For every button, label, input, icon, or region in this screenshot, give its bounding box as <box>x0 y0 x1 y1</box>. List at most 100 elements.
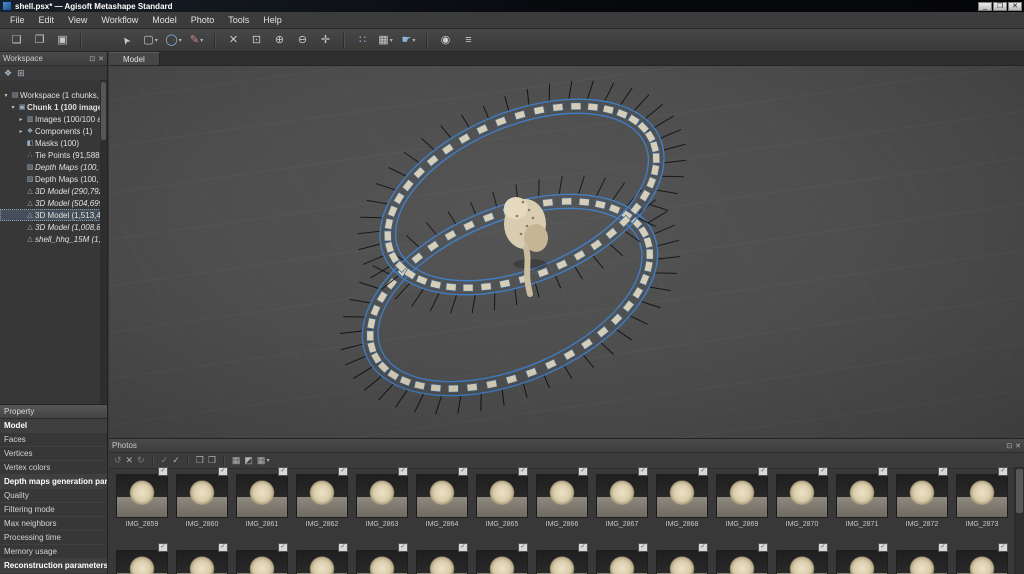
tree-item-depth-maps-1[interactable]: ▨ Depth Maps (100, High quality) <box>0 161 107 173</box>
prop-row-processing-time[interactable]: Processing time <box>0 531 107 545</box>
photo-thumbnail[interactable]: ✓ IMG_2863 <box>352 467 412 541</box>
zoom-in-button[interactable]: ⊕ <box>268 31 291 50</box>
photo-thumbnail[interactable]: ✓ IMG_2859 <box>112 467 172 541</box>
menu-edit[interactable]: Edit <box>32 13 62 27</box>
photos-float-button[interactable]: ⊡ <box>1006 442 1012 450</box>
circle-selection-button[interactable]: ◯▾ <box>162 31 185 50</box>
photo-thumbnail[interactable]: ✓ <box>112 543 172 574</box>
tree-item-3d-model-2[interactable]: △ 3D Model (504,699 faces, High quality) <box>0 197 107 209</box>
photo-thumbnail[interactable]: ✓ IMG_2870 <box>772 467 832 541</box>
rotate-right-button[interactable]: ↻ <box>137 456 145 465</box>
menu-view[interactable]: View <box>61 13 94 27</box>
prop-section-depth-maps-params[interactable]: Depth maps generation parameters <box>0 475 107 489</box>
menu-model[interactable]: Model <box>145 13 184 27</box>
capture-view-button[interactable]: ◉ <box>434 31 457 50</box>
menu-tools[interactable]: Tools <box>221 13 256 27</box>
thumbnails-button[interactable]: ▦ <box>232 456 241 465</box>
photo-thumbnail[interactable]: ✓ IMG_2872 <box>892 467 952 541</box>
photo-thumbnail[interactable]: ✓ IMG_2871 <box>832 467 892 541</box>
zoom-out-button[interactable]: ⊖ <box>291 31 314 50</box>
navigation-button[interactable]: ✛ <box>314 31 337 50</box>
rotate-object-button[interactable]: ☛▾ <box>397 31 420 50</box>
tree-item-workspace[interactable]: ▾ ▤ Workspace (1 chunks, 100 images) <box>0 89 107 101</box>
view-mode-button[interactable]: ▦▾ <box>257 456 270 465</box>
remove-photo-button[interactable]: ✕ <box>126 456 134 465</box>
shaded-view-button[interactable]: ▦▾ <box>374 31 397 50</box>
workspace-close-button[interactable]: ✕ <box>98 55 104 63</box>
disable-photo-button[interactable]: ✓ <box>161 456 169 465</box>
tree-item-chunk[interactable]: ▾ ▣ Chunk 1 (100 images, 91,588 points) <box>0 101 107 113</box>
photo-thumbnail[interactable]: ✓ <box>832 543 892 574</box>
prop-row-quality[interactable]: Quality <box>0 489 107 503</box>
photo-thumbnail[interactable]: ✓ IMG_2869 <box>712 467 772 541</box>
new-document-button[interactable]: ❏ <box>5 31 28 50</box>
prop-row-filtering-mode[interactable]: Filtering mode <box>0 503 107 517</box>
photo-thumbnail[interactable]: ✓ <box>352 543 412 574</box>
prop-row-faces[interactable]: Faces <box>0 433 107 447</box>
prop-row-vertex-colors[interactable]: Vertex colors <box>0 461 107 475</box>
photo-thumbnail[interactable]: ✓ <box>532 543 592 574</box>
photo-thumbnail[interactable]: ✓ <box>412 543 472 574</box>
tree-item-components[interactable]: ▸ ❖ Components (1) <box>0 125 107 137</box>
scrollbar-thumb[interactable] <box>101 82 106 140</box>
prop-row-vertices[interactable]: Vertices <box>0 447 107 461</box>
photo-thumbnail[interactable]: ✓ IMG_2861 <box>232 467 292 541</box>
photo-thumbnail[interactable]: ✓ <box>772 543 832 574</box>
expander-icon[interactable]: ▾ <box>2 92 10 99</box>
photos-scrollbar[interactable] <box>1014 467 1024 574</box>
expander-icon[interactable]: ▸ <box>17 116 25 123</box>
prop-section-model[interactable]: Model <box>0 419 107 433</box>
menu-file[interactable]: File <box>3 13 32 27</box>
photo-thumbnail[interactable]: ✓ IMG_2873 <box>952 467 1012 541</box>
maximize-button[interactable]: ❐ <box>993 2 1007 11</box>
photo-thumbnail[interactable]: ✓ <box>712 543 772 574</box>
photo-thumbnail[interactable]: ✓ IMG_2867 <box>592 467 652 541</box>
scrollbar-thumb[interactable] <box>1016 469 1023 513</box>
open-folder-button[interactable]: ❒ <box>196 456 204 465</box>
save-project-button[interactable]: ▣ <box>51 31 74 50</box>
rectangle-selection-button[interactable]: ▢▾ <box>139 31 162 50</box>
workspace-float-button[interactable]: ⊡ <box>89 55 95 63</box>
menu-help[interactable]: Help <box>256 13 289 27</box>
enable-photo-button[interactable]: ✓ <box>172 456 180 465</box>
tree-item-3d-model-3[interactable]: △ 3D Model (1,513,437 faces, High qualit… <box>0 209 107 221</box>
photo-thumbnail[interactable]: ✓ IMG_2865 <box>472 467 532 541</box>
expander-icon[interactable]: ▸ <box>17 128 25 135</box>
workspace-scrollbar[interactable] <box>100 80 107 404</box>
rotate-left-button[interactable]: ↺ <box>114 456 122 465</box>
crop-selection-button[interactable]: ⊡ <box>245 31 268 50</box>
palette-button[interactable]: ◩ <box>244 456 253 465</box>
show-info-button[interactable]: ≡ <box>457 31 480 50</box>
delete-selection-button[interactable]: ✕ <box>222 31 245 50</box>
photo-thumbnail[interactable]: ✓ <box>592 543 652 574</box>
photo-thumbnail[interactable]: ✓ IMG_2864 <box>412 467 472 541</box>
tree-item-shell-model[interactable]: △ shell_hhq_15M (1,513,437 faces) <box>0 233 107 245</box>
open-project-button[interactable]: ❐ <box>28 31 51 50</box>
select-cursor-button[interactable]: ➤ <box>116 31 139 50</box>
photo-thumbnail[interactable]: ✓ <box>292 543 352 574</box>
tree-item-masks[interactable]: ◧ Masks (100) <box>0 137 107 149</box>
photo-thumbnail[interactable]: ✓ IMG_2868 <box>652 467 712 541</box>
menu-photo[interactable]: Photo <box>184 13 222 27</box>
photo-thumbnail[interactable]: ✓ IMG_2860 <box>172 467 232 541</box>
minimize-button[interactable]: _ <box>978 2 992 11</box>
expander-icon[interactable]: ▾ <box>9 104 17 111</box>
prop-row-memory-usage[interactable]: Memory usage <box>0 545 107 559</box>
model-viewport[interactable] <box>109 66 1024 438</box>
photo-thumbnail[interactable]: ✓ <box>472 543 532 574</box>
photos-close-button[interactable]: ✕ <box>1015 442 1021 450</box>
close-button[interactable]: ✕ <box>1008 2 1022 11</box>
prop-row-max-neighbors[interactable]: Max neighbors <box>0 517 107 531</box>
prop-section-reconstruction-params[interactable]: Reconstruction parameters <box>0 559 107 573</box>
add-chunk-button[interactable]: ❖ <box>4 68 12 79</box>
menu-workflow[interactable]: Workflow <box>94 13 145 27</box>
tab-model[interactable]: Model <box>109 52 160 65</box>
point-cloud-view-button[interactable]: ∷ <box>351 31 374 50</box>
photo-thumbnail[interactable]: ✓ <box>952 543 1012 574</box>
tree-item-tie-points[interactable]: ∴ Tie Points (91,588 points) <box>0 149 107 161</box>
property-column-header[interactable]: Property <box>0 405 107 419</box>
photo-thumbnail[interactable]: ✓ IMG_2862 <box>292 467 352 541</box>
tree-item-depth-maps-2[interactable]: ▨ Depth Maps (100, High quality) <box>0 173 107 185</box>
tree-item-3d-model-4[interactable]: △ 3D Model (1,008,870 faces, High qualit… <box>0 221 107 233</box>
photo-thumbnail[interactable]: ✓ <box>172 543 232 574</box>
